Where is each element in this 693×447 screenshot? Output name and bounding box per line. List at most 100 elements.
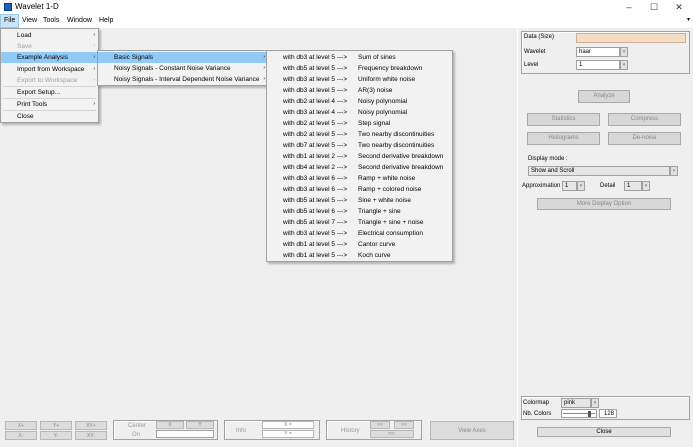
approximation-chevron-down-icon[interactable]: ▾ [577,181,585,191]
colormap-chevron-down-icon[interactable]: ▾ [591,398,599,408]
bottom-toolbar: X+ Y+ XY+ X- Y- XY- Center On X Y Info X… [0,418,517,447]
close-window-button[interactable]: ✕ [667,1,691,13]
file-menu-item-print-tools[interactable]: Print Tools › [1,99,98,110]
submenu-arrow-icon: › [93,101,95,107]
signal-prefix: with db1 at level 5 ---> [283,241,348,248]
signal-prefix: with db7 at level 5 ---> [283,142,348,149]
submenu-arrow-icon: › [263,65,265,71]
histograms-button[interactable]: Histograms [527,132,600,145]
menu-item-label: Load [17,32,32,39]
detail-chevron-down-icon[interactable]: ▾ [642,181,650,191]
detail-label: Detail [600,183,616,189]
submenu-arrow-icon: › [93,32,95,38]
file-menu-item-save[interactable]: Save › [1,41,98,52]
history-forward-button[interactable]: >> [394,421,414,429]
zoom-y-minus-button[interactable]: Y- [40,431,72,440]
menu-item-label: Noisy Signals - Interval Dependent Noise… [114,76,260,83]
example-menu-item-noisy-constant[interactable]: Noisy Signals - Constant Noise Variance › [98,63,268,74]
menubar-overflow-icon[interactable]: ▾ [687,16,690,23]
submenu-arrow-icon: › [93,77,95,83]
title-bar: Wavelet 1-D – ☐ ✕ [0,0,693,14]
example-menu-item-basic-signals[interactable]: Basic Signals › [98,52,268,63]
signal-name: Triangle + sine [358,208,401,215]
maximize-button[interactable]: ☐ [642,1,666,13]
signal-name: Sine + white noise [358,197,411,204]
wavelet-label: Wavelet [524,49,546,55]
file-menu-item-load[interactable]: Load › [1,30,98,41]
menu-window[interactable]: Window [64,14,95,28]
signal-name: AR(3) noise [358,87,393,94]
file-menu-item-export-setup[interactable]: Export Setup... [1,87,98,98]
y-coordinate-field[interactable]: Y = [262,430,314,438]
signal-name: Ramp + white noise [358,175,416,182]
more-display-option-button[interactable]: More Display Option [537,198,671,210]
nb-colors-field[interactable]: 128 [599,409,617,418]
center-y-button[interactable]: Y [186,421,214,429]
colormap-select[interactable]: pink [561,398,591,408]
history-reset-button[interactable]: <<- [370,430,414,438]
wavelet-chevron-down-icon[interactable]: ▾ [620,47,628,57]
signal-name: Noisy polynomial [358,98,408,105]
signal-prefix: with db1 at level 5 ---> [283,252,348,259]
center-value-field[interactable] [156,430,214,438]
signal-name: Koch curve [358,252,391,259]
signal-name: Uniform white noise [358,76,416,83]
file-menu-item-export-to-workspace[interactable]: Export to Workspace › [1,75,98,86]
denoise-button[interactable]: De-noise [608,132,681,145]
zoom-xy-plus-button[interactable]: XY+ [75,421,107,430]
signal-prefix: with db3 at level 5 ---> [283,76,348,83]
display-mode-chevron-down-icon[interactable]: ▾ [670,166,678,176]
submenu-arrow-icon: › [93,66,95,72]
zoom-y-plus-button[interactable]: Y+ [40,421,72,430]
level-label: Level [524,62,539,68]
colormap-label: Colormap [523,400,550,406]
level-chevron-down-icon[interactable]: ▾ [620,60,628,70]
x-coordinate-field[interactable]: X = [262,421,314,429]
basic-signals-menu: with db3 at level 5 ---> Sum of sines wit… [266,50,453,262]
data-size-field [576,33,686,43]
signal-prefix: with db1 at level 2 ---> [283,153,348,160]
submenu-arrow-icon: › [263,76,265,82]
menu-help[interactable]: Help [96,14,116,28]
signal-name: Two nearby discontinuities [358,142,435,149]
zoom-xy-minus-button[interactable]: XY- [75,431,107,440]
signal-prefix: with db5 at level 5 ---> [283,65,348,72]
menu-tools[interactable]: Tools [40,14,62,28]
control-panel: Data (Size) Wavelet haar ▾ Level 1 ▾ Ana… [517,28,693,447]
example-menu-item-noisy-interval[interactable]: Noisy Signals - Interval Dependent Noise… [98,74,268,85]
nb-colors-slider[interactable] [561,409,597,418]
menu-file[interactable]: File [0,14,20,28]
minimize-button[interactable]: – [617,1,641,13]
approximation-label: Approximation [522,183,561,189]
menu-item-label: Print Tools [17,101,48,108]
zoom-x-minus-button[interactable]: X- [5,431,37,440]
statistics-button[interactable]: Statistics [527,113,600,126]
view-axes-button[interactable]: View Axes [430,421,514,440]
nb-colors-slider-thumb[interactable] [588,411,591,417]
menu-item-label: Export to Workspace [17,77,78,84]
file-menu-item-close[interactable]: Close [1,111,98,122]
signal-prefix: with db4 at level 2 ---> [283,164,348,171]
signal-name: Electrical consumption [358,230,424,237]
zoom-x-plus-button[interactable]: X+ [5,421,37,430]
approximation-select[interactable]: 1 [562,181,577,191]
signal-prefix: with db5 at level 7 ---> [283,219,348,226]
wavelet-select[interactable]: haar [576,47,620,57]
history-back-button[interactable]: << [370,421,390,429]
menu-item-label: Noisy Signals - Constant Noise Variance [114,65,231,72]
signal-name: Sum of sines [358,54,396,61]
center-x-button[interactable]: X [156,421,184,429]
menu-item-label: Import from Workspace [17,66,85,73]
compress-button[interactable]: Compress [608,113,681,126]
app-icon [4,3,12,11]
analyze-button[interactable]: Analyze [578,90,630,103]
file-menu-item-import-from-workspace[interactable]: Import from Workspace › [1,64,98,75]
display-mode-select[interactable]: Show and Scroll [528,166,670,176]
signal-name: Step signal [358,120,391,127]
info-label: Info [236,428,247,434]
detail-select[interactable]: 1 [624,181,642,191]
menu-view[interactable]: View [19,14,40,28]
file-menu-item-example-analysis[interactable]: Example Analysis › [1,52,98,63]
close-button[interactable]: Close [537,427,671,437]
level-select[interactable]: 1 [576,60,620,70]
